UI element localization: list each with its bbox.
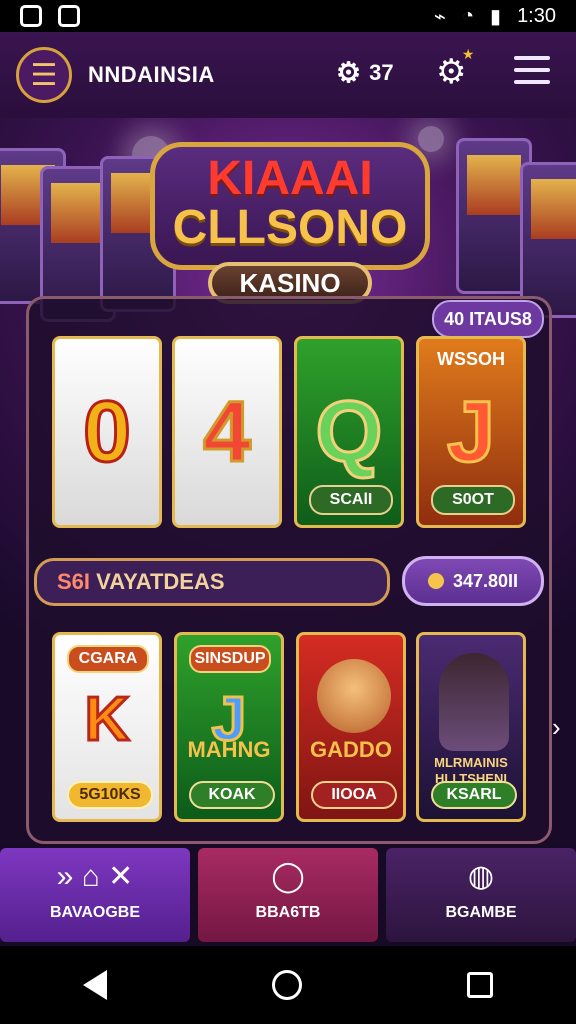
nav-right-label: BGAMBE [445, 904, 517, 921]
wifi-icon: ◔ [461, 4, 475, 27]
logo-line-2: CLLSONO [172, 201, 408, 254]
card-button[interactable]: 5G10KS [67, 781, 153, 809]
hamburger-line [514, 56, 550, 60]
card-button[interactable]: KSARL [431, 781, 517, 809]
reel-button[interactable]: SCAlI [309, 485, 393, 515]
chevrons-icon: » [56, 860, 74, 893]
home-circle-icon[interactable] [271, 970, 302, 1000]
gallery-icon [58, 5, 80, 27]
person-image [439, 653, 509, 751]
search-nav-icon-wrap: ◯ [198, 860, 378, 894]
credits-display: ⚙ 37 [336, 56, 394, 89]
home-icon: ⌂ [81, 860, 100, 893]
status-left-icons [20, 5, 80, 27]
reel-q[interactable]: Q SCAlI [294, 336, 404, 528]
game-card-j[interactable]: SINSDUP J MAHNG KOAK [174, 632, 284, 822]
gear-icon: ⚙ [336, 57, 362, 88]
card-letter: K [83, 685, 131, 754]
win-text: VAYATDEAS [96, 569, 225, 594]
credits-count: 37 [369, 59, 394, 85]
back-icon[interactable] [82, 970, 107, 1000]
battery-icon: ▮ [490, 5, 502, 28]
reel-j[interactable]: WSSOH J S0OT [416, 336, 526, 528]
nav-middle[interactable]: ◯ BBA6TB [198, 848, 378, 942]
search-icon: ◯ [271, 860, 305, 893]
nav-home[interactable]: » ⌂ ✕ BAVAOGBE [0, 848, 190, 942]
home-nav-icons: » ⌂ ✕ [0, 860, 190, 894]
coin-icon [427, 573, 444, 589]
reel-symbol: J [446, 384, 497, 480]
machine-screen [51, 183, 105, 243]
status-bar: ⌁ ◔ ▮ 1:30 [0, 0, 576, 32]
win-prefix: S6I [57, 569, 91, 594]
card-header: SINSDUP [189, 645, 271, 673]
camera-icon [20, 5, 42, 27]
game-card-k[interactable]: CGARA K 5G10KS [52, 632, 162, 822]
menu-button[interactable]: ☰ [16, 47, 72, 103]
cross-icon: ✕ [108, 860, 134, 893]
lion-icon [317, 659, 391, 733]
panel-badge[interactable]: 40 ITAUS8 [432, 300, 544, 338]
rewards-nav-icon-wrap: ◍ [386, 860, 576, 894]
reel-4[interactable]: 4 [172, 336, 282, 528]
reel-symbol: Q [314, 384, 384, 480]
card-caption: MAHNG [187, 737, 271, 762]
slot-machine-background [520, 162, 576, 318]
card-button[interactable]: IIOOA [311, 781, 397, 809]
card-button[interactable]: KOAK [189, 781, 275, 809]
app-header: ☰ NNDAINSIA ⚙ 37 ⚙ ★ [0, 32, 576, 118]
chevron-right-icon[interactable]: › [552, 712, 561, 743]
machine-screen [467, 155, 521, 215]
system-navigation [0, 946, 576, 1024]
card-caption: GADDO [310, 737, 392, 762]
logo-line-1: KIAAAI [207, 152, 373, 205]
game-card-lion[interactable]: GADDO IIOOA [296, 632, 406, 822]
hamburger-line [514, 68, 550, 72]
logo-plate: KIAAAI CLLSONO [150, 142, 430, 270]
status-time: 1:30 [517, 4, 556, 27]
reel-symbol: 0 [82, 384, 133, 480]
drawer-button[interactable] [514, 56, 550, 84]
rewards-icon: ◍ [467, 860, 495, 893]
vibrate-icon: ⌁ [433, 5, 446, 28]
star-icon: ★ [461, 46, 475, 62]
hamburger-line [514, 80, 550, 84]
nav-right[interactable]: ◍ BGAMBE [386, 848, 576, 942]
card-header: CGARA [67, 645, 149, 673]
brand-title: NNDAINSIA [88, 62, 215, 87]
reel-0[interactable]: 0 [52, 336, 162, 528]
nav-home-label: BAVAOGBE [49, 904, 141, 921]
win-bar: S6I VAYATDEAS [34, 558, 390, 606]
bottom-navigation: » ⌂ ✕ BAVAOGBE ◯ BBA6TB ◍ BGAMBE [0, 846, 576, 946]
casino-logo: KIAAAI CLLSONO KASINO [150, 142, 430, 312]
balance-amount: 347.80II [452, 571, 519, 591]
menu-icon: ☰ [30, 58, 58, 92]
status-right-icons: ⌁ ◔ ▮ 1:30 [434, 4, 556, 29]
recent-apps-icon[interactable] [467, 972, 494, 998]
reel-symbol: 4 [202, 384, 253, 480]
reel-top-label: WSSOH [436, 349, 505, 369]
machine-screen [531, 179, 576, 239]
reel-button[interactable]: S0OT [431, 485, 515, 515]
settings-button[interactable]: ⚙ ★ [436, 46, 474, 92]
game-card-photo[interactable]: MLRMAINIS HLLTSHENI KSARL [416, 632, 526, 822]
balance-button[interactable]: 347.80II [402, 556, 544, 606]
nav-middle-label: BBA6TB [255, 904, 321, 921]
